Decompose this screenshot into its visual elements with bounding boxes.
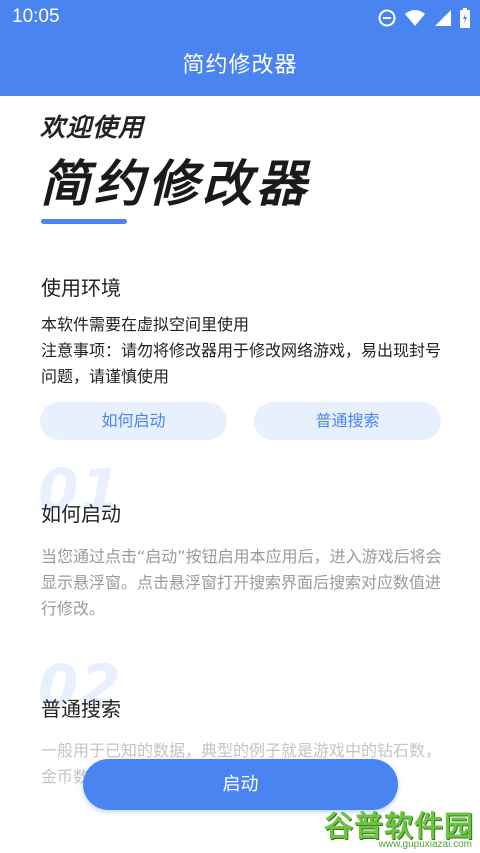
normal-search-button[interactable]: 普通搜索	[254, 402, 441, 440]
signal-icon	[435, 10, 451, 26]
welcome-app-name: 简约修改器	[40, 155, 310, 213]
how-to-start-button[interactable]: 如何启动	[40, 402, 227, 440]
environment-title: 使用环境	[41, 276, 121, 300]
do-not-disturb-icon	[378, 9, 396, 27]
main-content: 欢迎使用 简约修改器 使用环境 本软件需要在虚拟空间里使用 注意事项：请勿将修改…	[0, 96, 480, 853]
environment-text: 本软件需要在虚拟空间里使用 注意事项：请勿将修改器用于修改网络游戏，易出现封号问…	[41, 312, 451, 390]
battery-icon	[460, 8, 470, 28]
environment-line-2: 注意事项：请勿将修改器用于修改网络游戏，易出现封号问题，请谨慎使用	[41, 341, 442, 386]
wifi-icon	[405, 10, 425, 26]
app-bar: 简约修改器	[0, 36, 480, 96]
environment-line-1: 本软件需要在虚拟空间里使用	[41, 315, 250, 334]
section-title-normal-search: 普通搜索	[41, 697, 121, 721]
app-title: 简约修改器	[182, 53, 298, 78]
section-text-how-to-start: 当您通过点击“启动”按钮启用本应用后，进入游戏后将会显示悬浮窗。点击悬浮窗打开搜…	[41, 547, 442, 618]
watermark-url: www.gupuxiazai.com	[378, 839, 472, 850]
accent-divider	[41, 219, 127, 224]
status-time: 10:05	[12, 6, 60, 27]
watermark: 谷普软件园 www.gupuxiazai.com	[324, 803, 474, 850]
section-title-how-to-start: 如何启动	[41, 502, 121, 526]
status-icons	[378, 8, 470, 28]
welcome-line: 欢迎使用	[40, 113, 145, 142]
status-bar: 10:05	[0, 0, 480, 36]
